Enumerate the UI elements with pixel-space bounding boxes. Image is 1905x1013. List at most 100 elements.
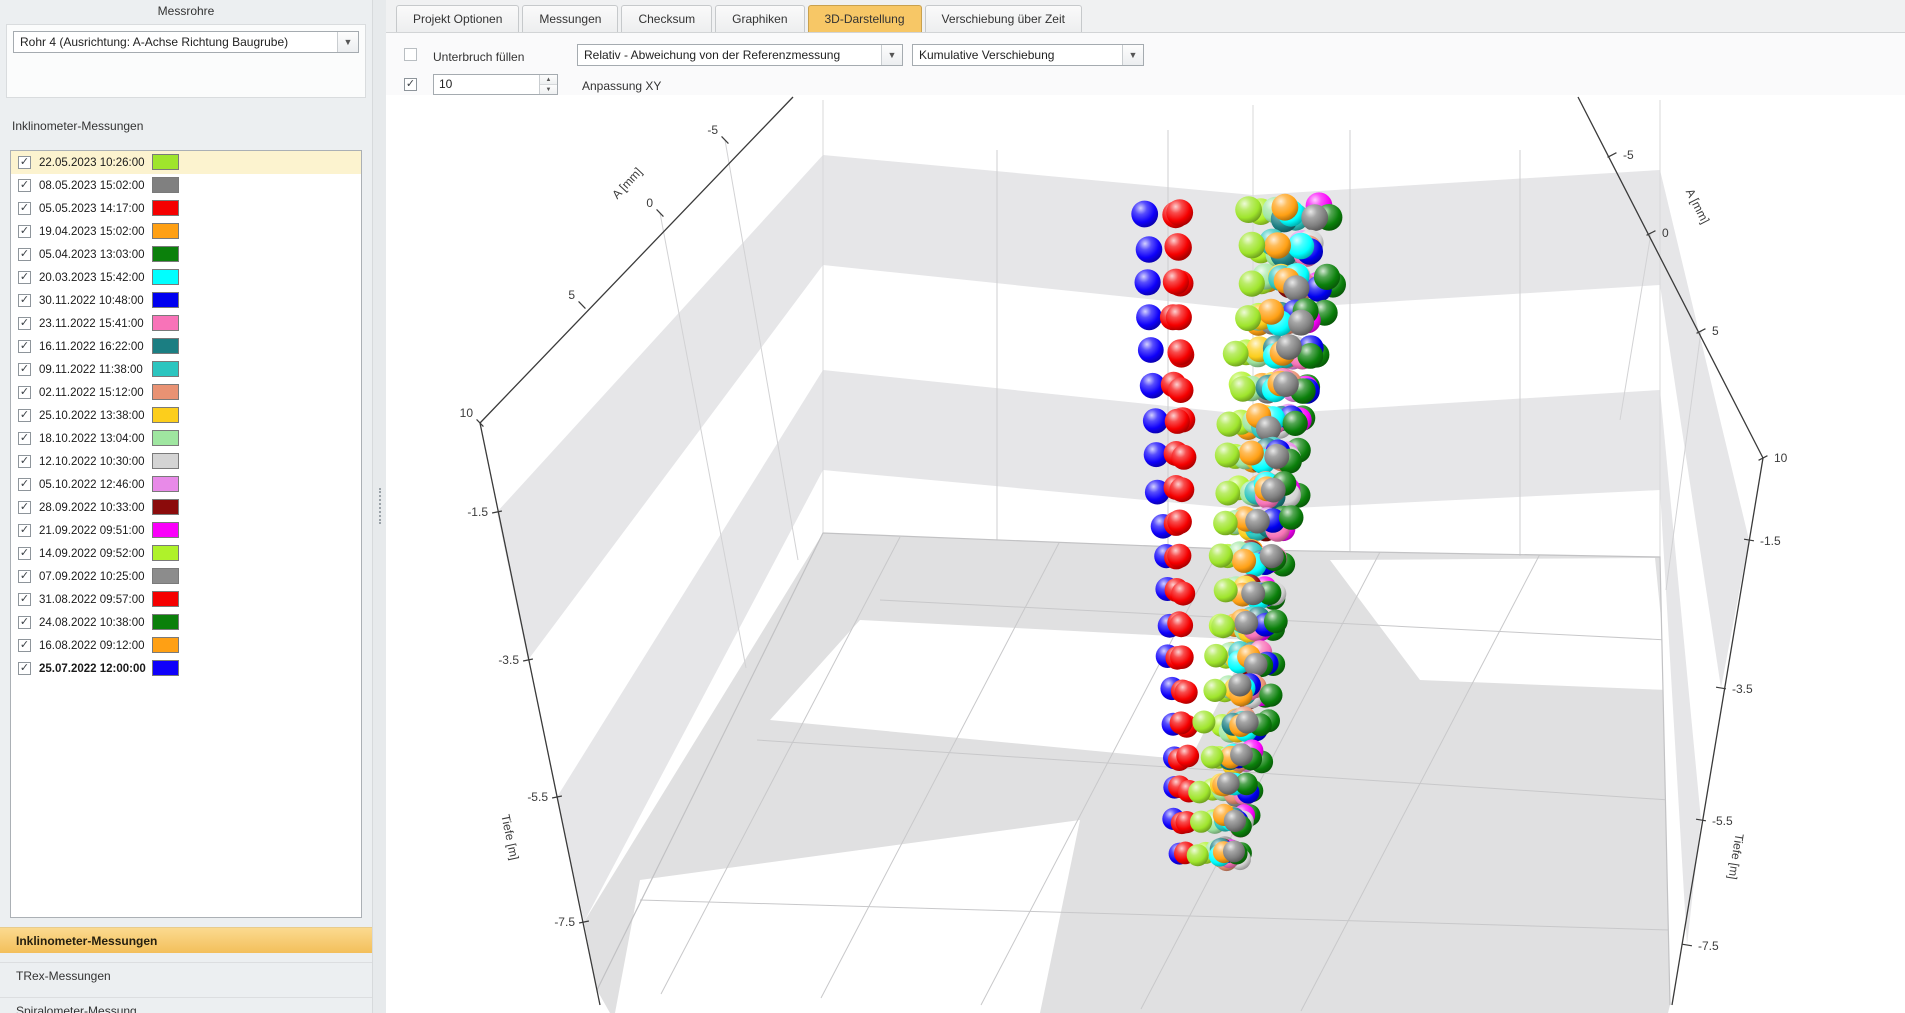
measurement-date-label: 31.08.2022 09:57:00	[39, 594, 145, 606]
measurement-date-label: 05.10.2022 12:46:00	[39, 479, 145, 491]
tab-messungen[interactable]: Messungen	[522, 5, 618, 32]
fill-gap-checkbox[interactable]	[404, 48, 417, 61]
measurement-checkbox[interactable]: ✓	[18, 432, 31, 445]
measurement-row[interactable]: ✓ 25.10.2022 13:38:00	[11, 404, 361, 427]
display-select[interactable]: Kumulative Verschiebung ▼	[912, 44, 1144, 66]
measurement-checkbox[interactable]: ✓	[18, 547, 31, 560]
plot-3d[interactable]: -50510A [mm]-1.5-3.5-5.5-7.5Tiefe [m]-50…	[386, 95, 1905, 1013]
measurement-row[interactable]: ✓12.10.2022 10:30:00	[11, 450, 361, 473]
scatter-3d-scene: -50510A [mm]-1.5-3.5-5.5-7.5Tiefe [m]-50…	[386, 95, 1905, 1013]
tab-bar: Projekt OptionenMessungenChecksumGraphik…	[386, 0, 1905, 33]
measurement-color-swatch	[152, 522, 179, 538]
tab-checksum[interactable]: Checksum	[621, 5, 712, 32]
measurement-color-swatch	[152, 614, 179, 630]
measurement-row[interactable]: ✓07.09.2022 10:25:00	[11, 565, 361, 588]
measurement-checkbox[interactable]: ✓	[18, 156, 31, 169]
spinner-down-icon[interactable]: ▼	[540, 85, 557, 94]
tube-selector[interactable]: Rohr 4 (Ausrichtung: A-Achse Richtung Ba…	[13, 31, 359, 53]
measurement-checkbox[interactable]: ✓	[18, 593, 31, 606]
measurement-row[interactable]: ✓16.11.2022 16:22:00	[11, 335, 361, 358]
svg-text:-5: -5	[707, 123, 718, 137]
measurement-date-label: 25.10.2022 13:38:00	[39, 410, 145, 422]
xy-count-spinner[interactable]: 10 ▲ ▼	[433, 74, 558, 95]
measurement-checkbox[interactable]: ✓	[18, 409, 31, 422]
measurement-row[interactable]: ✓08.05.2023 15:02:00	[11, 174, 361, 197]
measurement-checkbox[interactable]: ✓	[18, 478, 31, 491]
measurement-checkbox[interactable]: ✓	[18, 639, 31, 652]
measurement-row[interactable]: ✓05.04.2023 13:03:00	[11, 243, 361, 266]
chevron-down-icon[interactable]: ▼	[337, 32, 358, 52]
measurement-checkbox[interactable]: ✓	[18, 179, 31, 192]
svg-text:0: 0	[1662, 226, 1669, 240]
xy-adjust-checkbox[interactable]: ✓	[404, 78, 417, 91]
measurement-date-label: 30.11.2022 10:48:00	[39, 295, 144, 307]
measurement-row[interactable]: ✓22.05.2023 10:26:00	[11, 151, 361, 174]
measurement-checkbox[interactable]: ✓	[18, 202, 31, 215]
tab-projekt-optionen[interactable]: Projekt Optionen	[396, 5, 519, 32]
svg-text:Tiefe [m]: Tiefe [m]	[498, 813, 521, 861]
tab-graphiken[interactable]: Graphiken	[715, 5, 804, 32]
measurement-checkbox[interactable]: ✓	[18, 662, 31, 675]
measurement-checkbox[interactable]: ✓	[18, 363, 31, 376]
svg-text:A [mm]: A [mm]	[609, 165, 645, 202]
measurement-checkbox[interactable]: ✓	[18, 570, 31, 583]
measurement-row[interactable]: ✓18.10.2022 13:04:00	[11, 427, 361, 450]
measurement-row[interactable]: ✓28.09.2022 10:33:00	[11, 496, 361, 519]
measurement-checkbox[interactable]: ✓	[18, 501, 31, 514]
sidebar-nav-trex-messungen[interactable]: TRex-Messungen	[0, 962, 372, 988]
measurement-color-swatch	[152, 200, 179, 216]
measurement-color-swatch	[152, 177, 179, 193]
measurement-color-swatch	[152, 361, 179, 377]
measurement-row[interactable]: ✓14.09.2022 09:52:00	[11, 542, 361, 565]
svg-text:5: 5	[1712, 324, 1719, 338]
xy-count-value[interactable]: 10	[434, 75, 539, 94]
measurement-row[interactable]: ✓ 05.05.2023 14:17:00	[11, 197, 361, 220]
svg-text:0: 0	[646, 196, 653, 210]
chevron-down-icon[interactable]: ▼	[1122, 45, 1143, 65]
measurement-color-swatch	[152, 338, 179, 354]
tab-3d-darstellung[interactable]: 3D-Darstellung	[808, 5, 922, 32]
mode-select[interactable]: Relativ - Abweichung von der Referenzmes…	[577, 44, 903, 66]
measurement-row[interactable]: ✓ 05.10.2022 12:46:00	[11, 473, 361, 496]
measurement-checkbox[interactable]: ✓	[18, 524, 31, 537]
measurement-row[interactable]: ✓24.08.2022 10:38:00	[11, 611, 361, 634]
fill-gap-label: Unterbruch füllen	[433, 50, 524, 64]
measurement-checkbox[interactable]: ✓	[18, 340, 31, 353]
sidebar: Messrohre Rohr 4 (Ausrichtung: A-Achse R…	[0, 0, 373, 1013]
measurement-date-label: 20.03.2023 15:42:00	[39, 272, 145, 284]
measurement-row[interactable]: ✓ 20.03.2023 15:42:00	[11, 266, 361, 289]
svg-text:-3.5: -3.5	[498, 653, 519, 667]
measurement-row[interactable]: ✓21.09.2022 09:51:00	[11, 519, 361, 542]
sidebar-nav-inklinometer-messungen[interactable]: Inklinometer-Messungen	[0, 927, 372, 953]
measurement-checkbox[interactable]: ✓	[18, 248, 31, 261]
measurement-checkbox[interactable]: ✓	[18, 455, 31, 468]
measurement-checkbox[interactable]: ✓	[18, 386, 31, 399]
svg-text:-5.5: -5.5	[1712, 814, 1733, 828]
measurement-checkbox[interactable]: ✓	[18, 294, 31, 307]
chevron-down-icon[interactable]: ▼	[881, 45, 902, 65]
measurement-date-label: 02.11.2022 15:12:00	[39, 387, 144, 399]
measurement-checkbox[interactable]: ✓	[18, 616, 31, 629]
measurement-row[interactable]: ✓16.08.2022 09:12:00	[11, 634, 361, 657]
svg-text:-5.5: -5.5	[527, 790, 548, 804]
measurement-row[interactable]: ✓23.11.2022 15:41:00	[11, 312, 361, 335]
measurement-row[interactable]: ✓ 30.11.2022 10:48:00	[11, 289, 361, 312]
spinner-up-icon[interactable]: ▲	[540, 75, 557, 85]
svg-text:5: 5	[568, 288, 575, 302]
measurement-row[interactable]: ✓09.11.2022 11:38:00	[11, 358, 361, 381]
measurement-checkbox[interactable]: ✓	[18, 271, 31, 284]
measurement-checkbox[interactable]: ✓	[18, 317, 31, 330]
measurement-date-label: 05.05.2023 14:17:00	[39, 203, 145, 215]
tab-verschiebung-ber-zeit[interactable]: Verschiebung über Zeit	[925, 5, 1082, 32]
sidebar-nav-spiralometer-messung[interactable]: Spiralometer-Messung	[0, 997, 372, 1013]
spinner-buttons: ▲ ▼	[539, 75, 557, 94]
sidebar-panel-title: Messrohre	[0, 4, 372, 18]
measurement-row[interactable]: ✓25.07.2022 12:00:00	[11, 657, 361, 680]
mode-select-value: Relativ - Abweichung von der Referenzmes…	[578, 48, 881, 62]
measurement-row[interactable]: ✓19.04.2023 15:02:00	[11, 220, 361, 243]
measurement-row[interactable]: ✓ 31.08.2022 09:57:00	[11, 588, 361, 611]
measurement-color-swatch	[152, 545, 179, 561]
measurement-row[interactable]: ✓ 02.11.2022 15:12:00	[11, 381, 361, 404]
measurement-checkbox[interactable]: ✓	[18, 225, 31, 238]
svg-text:10: 10	[1774, 451, 1788, 465]
